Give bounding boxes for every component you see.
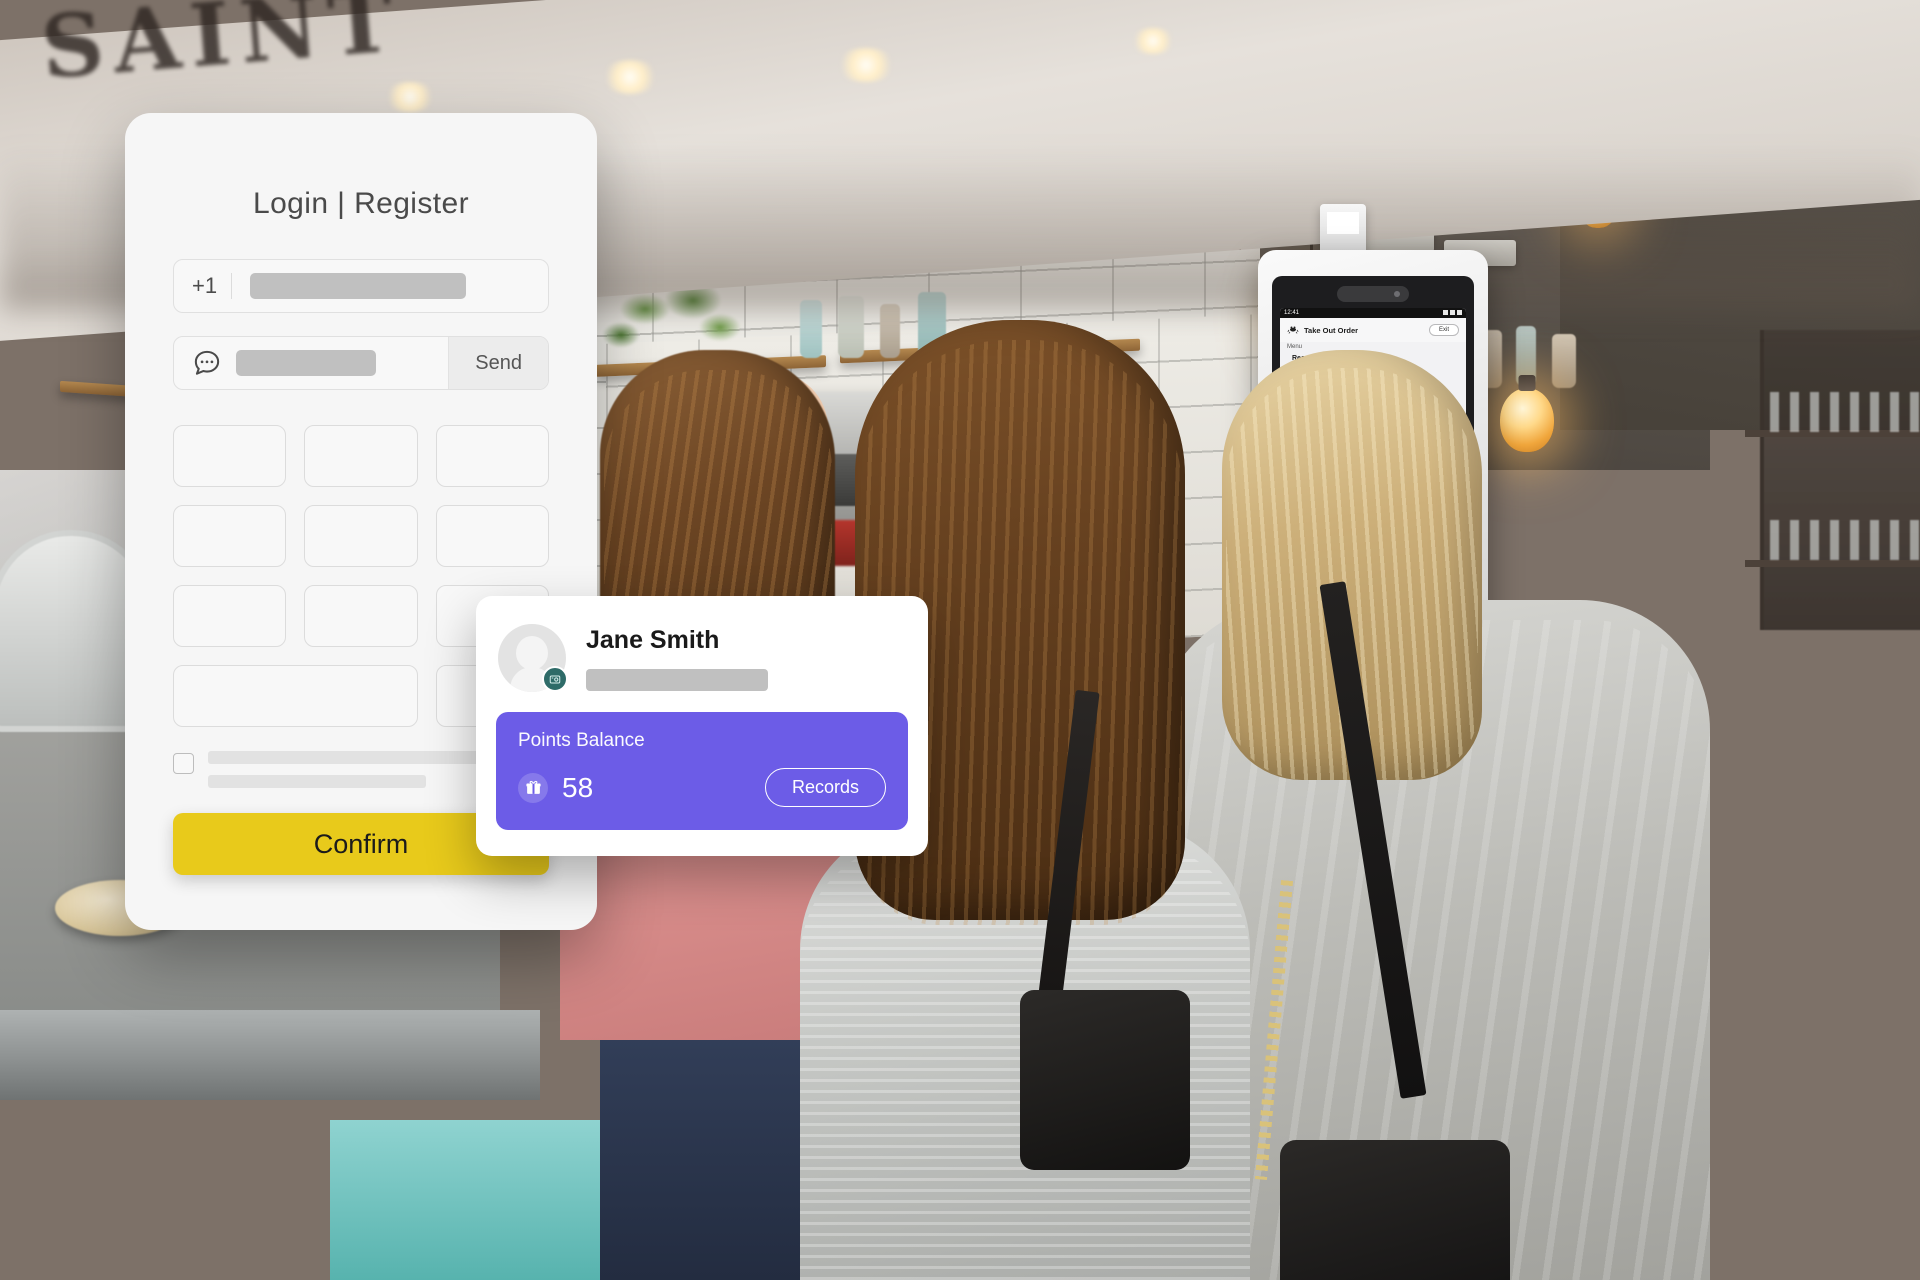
points-balance-row: 58 Records bbox=[518, 768, 886, 807]
verification-code-field[interactable]: Send bbox=[173, 336, 549, 390]
receipt-printer bbox=[1320, 204, 1366, 254]
camera-badge[interactable] bbox=[542, 666, 568, 692]
registration-field-wide[interactable] bbox=[173, 665, 418, 727]
glassware-row bbox=[1770, 392, 1920, 432]
glassware-row bbox=[1770, 520, 1920, 560]
exit-button[interactable]: Exit bbox=[1428, 324, 1459, 336]
phone-number-field[interactable]: +1 bbox=[173, 259, 549, 313]
chat-bubble-dots-icon bbox=[194, 350, 220, 375]
bottle bbox=[1552, 334, 1576, 388]
verification-code-redacted-value bbox=[236, 350, 376, 376]
avatar[interactable] bbox=[498, 624, 568, 692]
pendant-bulb bbox=[1500, 388, 1554, 452]
profile-header: Jane Smith bbox=[476, 596, 928, 692]
points-balance-label: Points Balance bbox=[518, 730, 645, 751]
country-code-label: +1 bbox=[192, 273, 218, 298]
camera-icon bbox=[549, 675, 561, 684]
kiosk-title: Take Out Order bbox=[1304, 325, 1359, 335]
points-balance-panel: Points Balance 58 Records bbox=[496, 712, 908, 830]
ceiling-downlight bbox=[1130, 28, 1176, 54]
member-name: Jane Smith bbox=[586, 625, 720, 654]
gift-icon bbox=[525, 780, 541, 794]
registration-field[interactable] bbox=[304, 585, 418, 647]
registration-field[interactable] bbox=[173, 585, 287, 647]
screenshot-stage: SAINT 12:41 Take Out Order Exit Menu Log… bbox=[0, 0, 1920, 1280]
bottle bbox=[880, 304, 900, 358]
ceiling-downlight bbox=[835, 48, 897, 82]
gift-icon-wrap bbox=[518, 772, 548, 803]
profile-identity: Jane Smith bbox=[586, 626, 768, 691]
kiosk-camera-bar bbox=[1337, 286, 1409, 302]
points-balance-value: 58 bbox=[562, 771, 594, 803]
rack-shelf bbox=[1745, 560, 1920, 567]
phone-number-redacted-value bbox=[250, 273, 467, 299]
registration-field[interactable] bbox=[304, 425, 418, 487]
send-code-button[interactable]: Send bbox=[448, 337, 548, 389]
handbag bbox=[1280, 1140, 1510, 1280]
status-icons bbox=[1441, 309, 1462, 317]
ceiling-downlight bbox=[383, 82, 437, 112]
registration-field[interactable] bbox=[173, 505, 287, 567]
kiosk-status-bar: 12:41 bbox=[1280, 308, 1466, 318]
crab-logo-icon bbox=[1287, 326, 1299, 334]
field-divider bbox=[231, 273, 233, 299]
registration-field[interactable] bbox=[173, 425, 287, 487]
bar-shelving-rack bbox=[1760, 330, 1920, 630]
bread-basket bbox=[1680, 690, 1920, 860]
counter-base bbox=[0, 1010, 540, 1100]
registration-field[interactable] bbox=[435, 505, 549, 567]
status-time: 12:41 bbox=[1284, 310, 1300, 316]
ceiling-downlight bbox=[600, 60, 660, 94]
consent-line bbox=[208, 775, 427, 788]
consent-checkbox[interactable] bbox=[173, 753, 194, 774]
registration-field[interactable] bbox=[435, 425, 549, 487]
member-profile-card: Jane Smith Points Balance 58 Records bbox=[476, 596, 928, 856]
records-button[interactable]: Records bbox=[764, 768, 886, 807]
registration-field[interactable] bbox=[304, 505, 418, 567]
handbag bbox=[1020, 990, 1190, 1170]
kiosk-header: Take Out Order Exit bbox=[1280, 318, 1466, 342]
login-title: Login | Register bbox=[253, 187, 469, 220]
member-contact-redacted bbox=[586, 668, 768, 691]
